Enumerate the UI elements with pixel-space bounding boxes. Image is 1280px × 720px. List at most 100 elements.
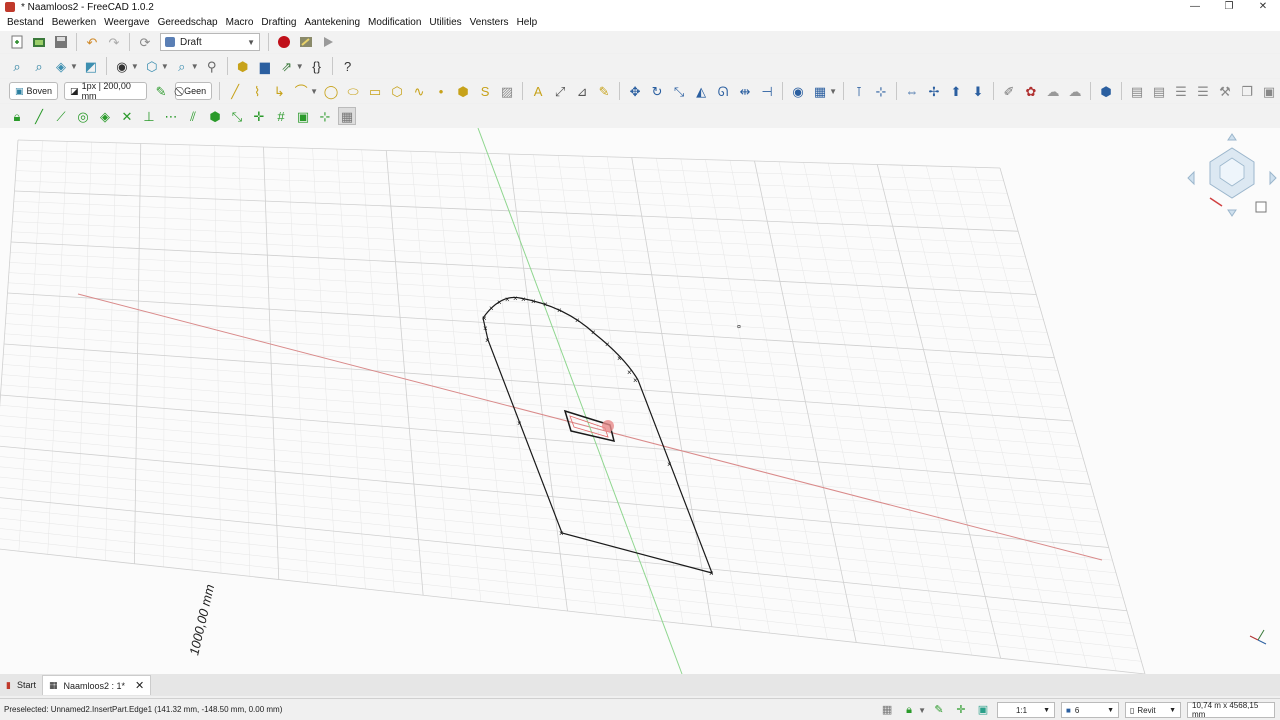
join-icon[interactable]: ⊺ [850, 82, 868, 100]
snap-working-plane-icon[interactable]: ▣ [294, 107, 312, 125]
new-document-icon[interactable] [8, 33, 26, 51]
tab-document[interactable]: ▦ Naamloos2 : 1* ✕ [41, 675, 152, 695]
snap-intersection-icon[interactable]: ✕ [118, 107, 136, 125]
shape2d-icon[interactable]: ☁ [1044, 82, 1062, 100]
restore-button[interactable]: ❐ [1212, 0, 1246, 14]
toggle-grid-icon[interactable]: ▦ [338, 107, 356, 125]
rectangle-icon[interactable]: ▭ [366, 82, 384, 100]
close-window-button[interactable]: ✕ [1246, 0, 1280, 14]
trimex-icon[interactable]: ⊣ [758, 82, 776, 100]
hatch-icon[interactable]: ▨ [498, 82, 516, 100]
draw-style-icon[interactable]: ◉ [113, 57, 131, 75]
snap-grid-icon[interactable]: # [272, 107, 290, 125]
text-icon[interactable]: A [529, 82, 547, 100]
variables-icon[interactable]: {} [308, 57, 326, 75]
circle-icon[interactable]: ◯ [322, 82, 340, 100]
snap-dimensions-icon[interactable]: ⊹ [316, 107, 334, 125]
split-icon[interactable]: ⊹ [872, 82, 890, 100]
menu-utilities[interactable]: Utilities [429, 17, 461, 28]
wire-to-bspline-icon[interactable]: ⇔ [903, 82, 921, 100]
snap-ortho-icon[interactable]: ✛ [250, 107, 268, 125]
annotation-style-icon[interactable]: ✎ [595, 82, 613, 100]
snap-lock-icon[interactable]: 🔒︎ [8, 107, 26, 125]
move-icon[interactable]: ✥ [626, 82, 644, 100]
status-snap-icon[interactable]: ✎ [930, 701, 948, 719]
status-grid-icon[interactable]: ▦ [878, 701, 896, 719]
menu-drafting[interactable]: Drafting [261, 17, 296, 28]
clone-icon[interactable]: ✿ [1022, 82, 1040, 100]
menu-vensters[interactable]: Vensters [470, 17, 509, 28]
close-tab-icon[interactable]: ✕ [135, 679, 144, 692]
apply-style-icon[interactable]: ✎ [152, 82, 170, 100]
tab-start[interactable]: ▮ Start [0, 675, 42, 695]
menu-help[interactable]: Help [517, 17, 538, 28]
status-plane-icon[interactable]: ▣ [974, 701, 992, 719]
edit-icon[interactable]: ✐ [1000, 82, 1018, 100]
snap-center-icon[interactable]: ◎ [74, 107, 92, 125]
shapestring-icon[interactable]: S [476, 82, 494, 100]
point-icon[interactable]: • [432, 82, 450, 100]
3d-viewport[interactable]: × × × × × × × × × × × × × × × × × × × × × ¤ 1000,00 mm [0, 128, 1280, 674]
snap-count-selector[interactable]: ■ 6 ▼ [1061, 702, 1119, 718]
menu-bewerken[interactable]: Bewerken [52, 17, 96, 28]
arc-icon[interactable]: ⌒ [292, 82, 310, 100]
snap-endpoint-icon[interactable]: ╱ [30, 107, 48, 125]
heal-icon[interactable]: ▣ [1260, 82, 1278, 100]
add-point-icon[interactable]: ✢ [925, 82, 943, 100]
offset-icon[interactable]: ᘏ [714, 82, 732, 100]
link-icon[interactable]: ⇗ [278, 57, 296, 75]
polyline-icon[interactable]: ⌇ [248, 82, 266, 100]
line-icon[interactable]: ╱ [226, 82, 244, 100]
draft-to-sketch-icon[interactable]: ☁ [1066, 82, 1084, 100]
menu-gereedschap[interactable]: Gereedschap [158, 17, 218, 28]
measure-icon[interactable]: ⌕ [173, 57, 191, 75]
workbench-selector[interactable]: Draft ▼ [160, 33, 260, 51]
stretch-icon[interactable]: ⇹ [736, 82, 754, 100]
snap-extension-icon[interactable]: ⋯ [162, 107, 180, 125]
group-list-icon[interactable]: ☰ [1172, 82, 1190, 100]
mirror-icon[interactable]: ◭ [692, 82, 710, 100]
menu-macro[interactable]: Macro [226, 17, 254, 28]
fit-all-icon[interactable]: ⌕ [8, 57, 26, 75]
snap-angle-icon[interactable]: ◈ [96, 107, 114, 125]
layer-icon[interactable]: ⬢ [1097, 82, 1115, 100]
downgrade-arrow-icon[interactable]: ⬇ [969, 82, 987, 100]
macro-record-icon[interactable] [275, 33, 293, 51]
toggle-display-icon[interactable]: ❐ [1238, 82, 1256, 100]
scale-selector[interactable]: 1:1 ▼ [997, 702, 1055, 718]
open-document-icon[interactable] [30, 33, 48, 51]
add-to-group-icon[interactable]: ▤ [1128, 82, 1146, 100]
polygon-icon[interactable]: ⬡ [388, 82, 406, 100]
status-ortho-icon[interactable]: ✛ [952, 701, 970, 719]
bspline-icon[interactable]: ∿ [410, 82, 428, 100]
snap-special-icon[interactable]: ⬢ [206, 107, 224, 125]
redo-icon[interactable]: ↷ [105, 33, 123, 51]
navigation-style-selector[interactable]: ▯ Revit ▼ [1125, 702, 1181, 718]
menu-bestand[interactable]: Bestand [7, 17, 44, 28]
pin-icon[interactable]: ⚲ [203, 57, 221, 75]
status-snap-lock-icon[interactable]: 🔒︎ [900, 701, 918, 719]
snap-parallel-icon[interactable]: ⫽ [184, 107, 202, 125]
style-button[interactable]: ◪ 1px | 200,00 mm [64, 81, 148, 101]
std-views-icon[interactable]: ⬡ [143, 57, 161, 75]
autogroup-button[interactable]: ⃠Geen [175, 82, 213, 100]
isometric-view-icon[interactable]: ◈ [52, 57, 70, 75]
undo-icon[interactable]: ↶ [83, 33, 101, 51]
menu-aantekening[interactable]: Aantekening [304, 17, 360, 28]
macro-edit-icon[interactable] [297, 33, 315, 51]
rotate-icon[interactable]: ↻ [648, 82, 666, 100]
upgrade-icon[interactable]: ◉ [789, 82, 807, 100]
menu-weergave[interactable]: Weergave [104, 17, 149, 28]
fillet-icon[interactable]: ↳ [270, 82, 288, 100]
snap-near-icon[interactable]: ⤡ [228, 107, 246, 125]
whats-this-icon[interactable]: ? [339, 57, 357, 75]
wire-shape[interactable] [482, 296, 713, 574]
group-folder-icon[interactable]: ▆ [256, 57, 274, 75]
refresh-icon[interactable]: ⟳ [136, 33, 154, 51]
label-icon[interactable]: ⊿ [573, 82, 591, 100]
snap-perpendicular-icon[interactable]: ⊥ [140, 107, 158, 125]
working-plane-button[interactable]: ▣ Boven [9, 82, 59, 100]
select-group-icon[interactable]: ▤ [1150, 82, 1168, 100]
macro-run-icon[interactable] [319, 33, 337, 51]
toggle-construction-icon[interactable]: ⚒ [1216, 82, 1234, 100]
